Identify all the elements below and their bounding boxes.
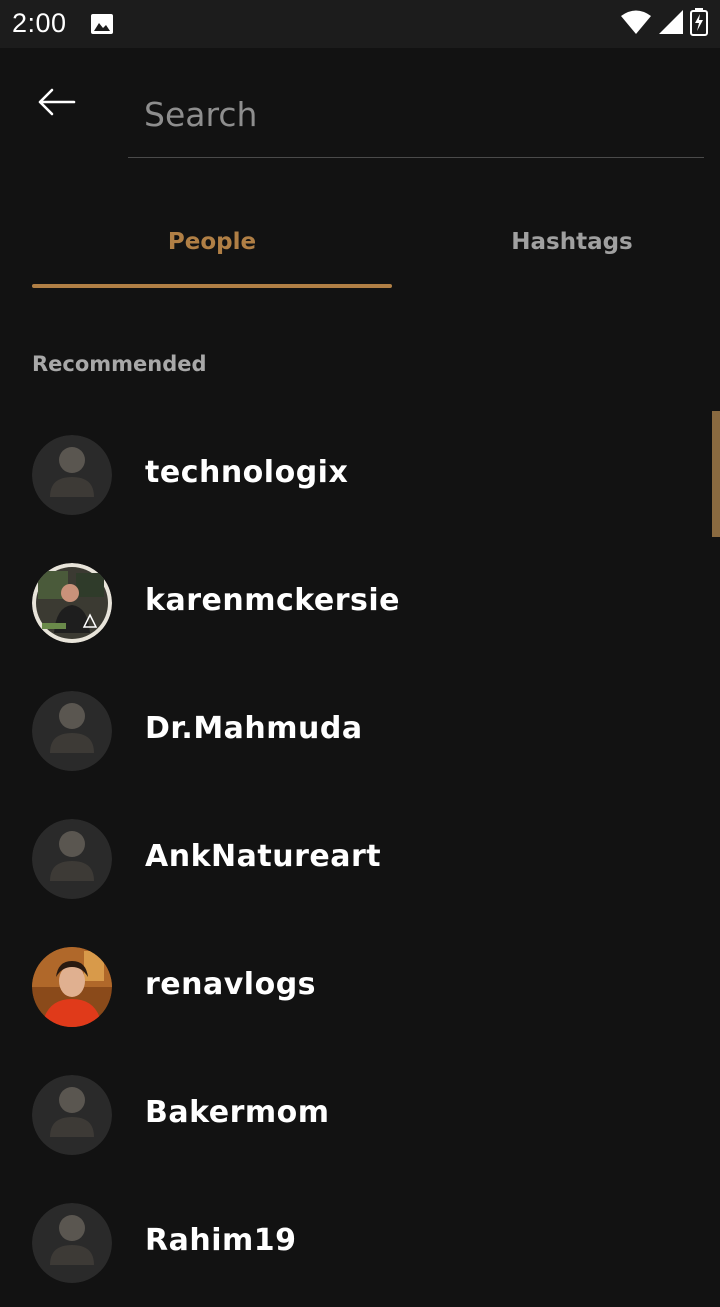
tab-hashtags[interactable]: Hashtags: [392, 196, 720, 288]
arrow-left-icon: [36, 87, 76, 121]
list-item[interactable]: technologix: [0, 411, 712, 539]
default-avatar-icon: [32, 1075, 112, 1155]
default-avatar-icon: [32, 691, 112, 771]
photo-avatar: [32, 947, 112, 1027]
username: Rahim19: [145, 1223, 297, 1258]
gallery-icon: [90, 12, 114, 36]
list-item[interactable]: AnkNatureart: [0, 795, 712, 923]
username: Bakermom: [145, 1095, 330, 1130]
section-title: Recommended: [32, 352, 207, 376]
search-input[interactable]: [128, 72, 704, 158]
username: renavlogs: [145, 967, 317, 1002]
signal-icon: [658, 9, 684, 39]
scrollbar-thumb[interactable]: [712, 411, 720, 537]
list-item[interactable]: Dr.Mahmuda: [0, 667, 712, 795]
list-item[interactable]: karenmckersie: [0, 539, 712, 667]
tab-bar: People Hashtags: [0, 196, 720, 288]
tab-people[interactable]: People: [32, 196, 392, 288]
wifi-icon: [620, 9, 652, 39]
photo-avatar: [32, 563, 112, 643]
username: AnkNatureart: [145, 839, 382, 874]
list-item[interactable]: Bakermom: [0, 1051, 712, 1179]
list-item[interactable]: renavlogs: [0, 923, 712, 1051]
username: technologix: [145, 455, 349, 490]
battery-icon: [690, 8, 708, 40]
default-avatar-icon: [32, 1203, 112, 1283]
user-list: technologix karenmckersie Dr.Mahmuda Ank…: [0, 411, 712, 1307]
status-time: 2:00: [12, 8, 67, 38]
back-button[interactable]: [26, 76, 86, 132]
search-header: [0, 48, 720, 160]
default-avatar-icon: [32, 435, 112, 515]
list-item[interactable]: Rahim19: [0, 1179, 712, 1307]
active-tab-indicator: [32, 284, 392, 288]
username: Dr.Mahmuda: [145, 711, 363, 746]
status-bar: 2:00: [0, 0, 720, 48]
username: karenmckersie: [145, 583, 401, 618]
default-avatar-icon: [32, 819, 112, 899]
status-icons: [620, 8, 708, 40]
